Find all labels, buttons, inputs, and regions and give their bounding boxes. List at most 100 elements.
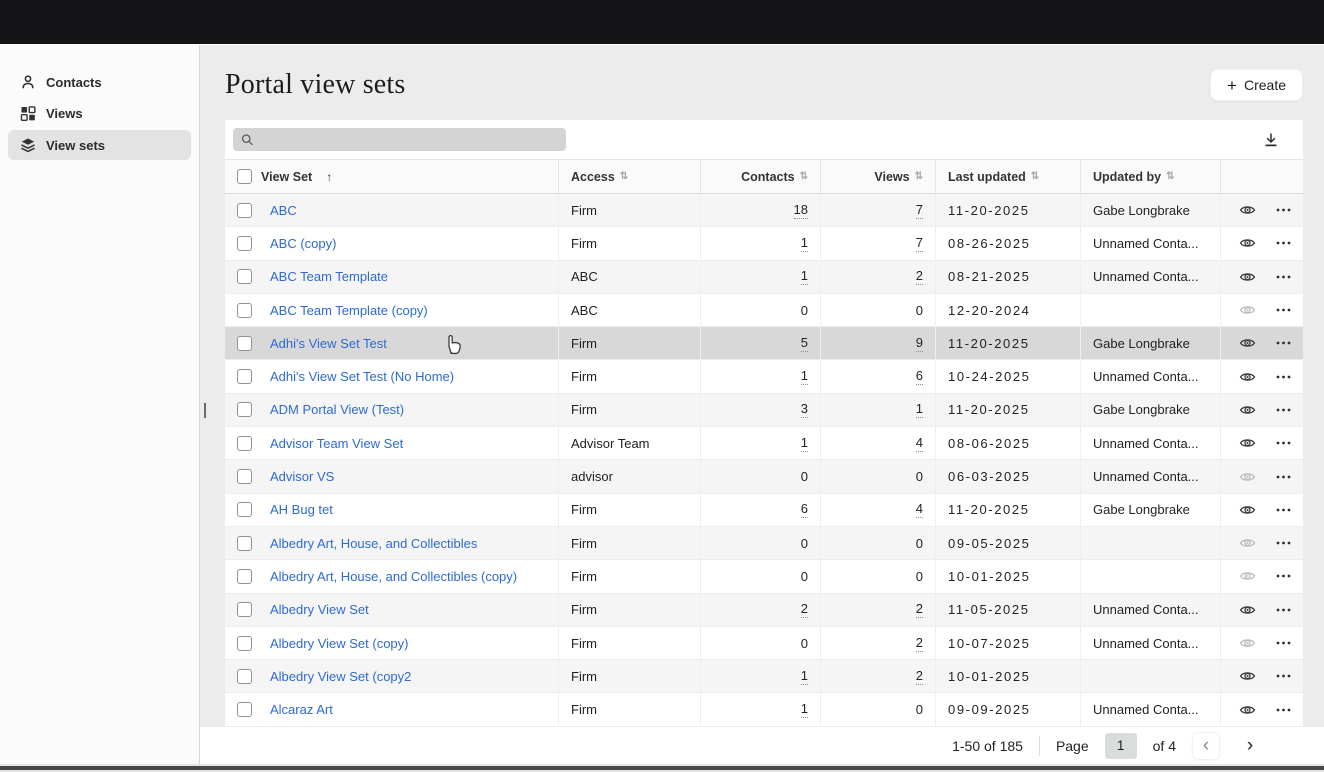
- contacts-count[interactable]: 1: [801, 435, 808, 452]
- table-row[interactable]: ABC (copy) Firm 1 7 08-26-2025 Unnamed C…: [225, 227, 1303, 260]
- row-checkbox[interactable]: [237, 303, 252, 318]
- view-set-name-link[interactable]: AH Bug tet: [270, 502, 333, 517]
- row-menu-icon[interactable]: [1276, 341, 1291, 345]
- sort-both-icon[interactable]: ⇅: [620, 171, 628, 182]
- contacts-count[interactable]: 6: [801, 501, 808, 518]
- table-row[interactable]: AH Bug tet Firm 6 4 11-20-2025 Gabe Long…: [225, 494, 1303, 527]
- views-count[interactable]: 0: [916, 569, 923, 584]
- contacts-count[interactable]: 0: [801, 303, 808, 318]
- sidebar-item-contacts[interactable]: Contacts: [8, 67, 191, 97]
- row-checkbox[interactable]: [237, 436, 252, 451]
- views-count[interactable]: 9: [916, 335, 923, 352]
- contacts-count[interactable]: 1: [801, 368, 808, 385]
- sort-both-icon[interactable]: ⇅: [1031, 171, 1039, 182]
- row-menu-icon[interactable]: [1276, 475, 1291, 479]
- contacts-count[interactable]: 2: [801, 601, 808, 618]
- view-set-name-link[interactable]: Albedry Art, House, and Collectibles (co…: [270, 569, 517, 584]
- column-header-updated-by[interactable]: Updated by ⇅: [1080, 160, 1220, 193]
- sidebar-item-view-sets[interactable]: View sets: [8, 130, 191, 160]
- eye-icon[interactable]: [1239, 271, 1256, 283]
- contacts-count[interactable]: 0: [801, 569, 808, 584]
- view-set-name-link[interactable]: ADM Portal View (Test): [270, 402, 404, 417]
- eye-icon[interactable]: [1239, 670, 1256, 682]
- contacts-count[interactable]: 1: [801, 701, 808, 718]
- select-all-checkbox[interactable]: [237, 169, 252, 184]
- view-set-name-link[interactable]: Albedry View Set (copy2: [270, 669, 411, 684]
- eye-icon[interactable]: [1239, 604, 1256, 616]
- contacts-count[interactable]: 0: [801, 536, 808, 551]
- views-count[interactable]: 7: [916, 235, 923, 252]
- table-row[interactable]: Albedry View Set (copy) Firm 0 2 10-07-2…: [225, 627, 1303, 660]
- views-count[interactable]: 0: [916, 469, 923, 484]
- contacts-count[interactable]: 0: [801, 469, 808, 484]
- views-count[interactable]: 2: [916, 601, 923, 618]
- row-checkbox[interactable]: [237, 469, 252, 484]
- row-menu-icon[interactable]: [1276, 708, 1291, 712]
- view-set-name-link[interactable]: Albedry View Set (copy): [270, 636, 409, 651]
- row-menu-icon[interactable]: [1276, 641, 1291, 645]
- table-row[interactable]: Advisor Team View Set Advisor Team 1 4 0…: [225, 427, 1303, 460]
- eye-icon[interactable]: [1239, 471, 1256, 483]
- eye-icon[interactable]: [1239, 337, 1256, 349]
- view-set-name-link[interactable]: Albedry Art, House, and Collectibles: [270, 536, 477, 551]
- table-row[interactable]: ADM Portal View (Test) Firm 3 1 11-20-20…: [225, 394, 1303, 427]
- view-set-name-link[interactable]: Alcaraz Art: [270, 702, 333, 717]
- table-row[interactable]: ABC Firm 18 7 11-20-2025 Gabe Longbrake: [225, 194, 1303, 227]
- view-set-name-link[interactable]: ABC Team Template (copy): [270, 303, 428, 318]
- next-page-button[interactable]: ›: [1236, 732, 1264, 760]
- views-count[interactable]: 1: [916, 401, 923, 418]
- previous-page-button[interactable]: ‹: [1192, 732, 1220, 760]
- contacts-count[interactable]: 5: [801, 335, 808, 352]
- column-header-last-updated[interactable]: Last updated ⇅: [935, 160, 1080, 193]
- row-menu-icon[interactable]: [1276, 608, 1291, 612]
- column-header-views[interactable]: Views ⇅: [820, 160, 935, 193]
- column-header-access[interactable]: Access ⇅: [558, 160, 700, 193]
- table-row[interactable]: Albedry Art, House, and Collectibles Fir…: [225, 527, 1303, 560]
- row-checkbox[interactable]: [237, 336, 252, 351]
- table-row[interactable]: Adhi's View Set Test Firm 5 9 11-20-2025…: [225, 327, 1303, 360]
- row-menu-icon[interactable]: [1276, 508, 1291, 512]
- row-checkbox[interactable]: [237, 402, 252, 417]
- view-set-name-link[interactable]: ABC (copy): [270, 236, 336, 251]
- views-count[interactable]: 0: [916, 536, 923, 551]
- views-count[interactable]: 6: [916, 368, 923, 385]
- row-checkbox[interactable]: [237, 236, 252, 251]
- views-count[interactable]: 2: [916, 635, 923, 652]
- views-count[interactable]: 0: [916, 303, 923, 318]
- eye-icon[interactable]: [1239, 637, 1256, 649]
- eye-icon[interactable]: [1239, 404, 1256, 416]
- row-menu-icon[interactable]: [1276, 541, 1291, 545]
- views-count[interactable]: 0: [916, 702, 923, 717]
- view-set-name-link[interactable]: Albedry View Set: [270, 602, 369, 617]
- search-box[interactable]: [233, 128, 566, 151]
- table-row[interactable]: Adhi's View Set Test (No Home) Firm 1 6 …: [225, 360, 1303, 393]
- view-set-name-link[interactable]: ABC Team Template: [270, 269, 388, 284]
- row-checkbox[interactable]: [237, 569, 252, 584]
- table-row[interactable]: Alcaraz Art Firm 1 0 09-09-2025 Unnamed …: [225, 693, 1303, 726]
- view-set-name-link[interactable]: Adhi's View Set Test: [270, 336, 387, 351]
- views-count[interactable]: 7: [916, 202, 923, 219]
- view-set-name-link[interactable]: Advisor Team View Set: [270, 436, 403, 451]
- sidebar-resize-handle[interactable]: [204, 403, 206, 418]
- search-input[interactable]: [259, 133, 558, 147]
- sort-both-icon[interactable]: ⇅: [800, 171, 808, 182]
- column-header-contacts[interactable]: Contacts ⇅: [700, 160, 820, 193]
- views-count[interactable]: 2: [916, 668, 923, 685]
- contacts-count[interactable]: 3: [801, 401, 808, 418]
- row-menu-icon[interactable]: [1276, 574, 1291, 578]
- contacts-count[interactable]: 1: [801, 268, 808, 285]
- eye-icon[interactable]: [1239, 504, 1256, 516]
- table-row[interactable]: Albedry View Set (copy2 Firm 1 2 10-01-2…: [225, 660, 1303, 693]
- row-checkbox[interactable]: [237, 602, 252, 617]
- sort-both-icon[interactable]: ⇅: [915, 171, 923, 182]
- row-menu-icon[interactable]: [1276, 441, 1291, 445]
- row-menu-icon[interactable]: [1276, 408, 1291, 412]
- view-set-name-link[interactable]: ABC: [270, 203, 297, 218]
- table-row[interactable]: ABC Team Template ABC 1 2 08-21-2025 Unn…: [225, 261, 1303, 294]
- views-count[interactable]: 2: [916, 268, 923, 285]
- create-button[interactable]: + Create: [1210, 69, 1303, 101]
- eye-icon[interactable]: [1239, 537, 1256, 549]
- sort-asc-icon[interactable]: ↑: [326, 170, 332, 184]
- page-number-input[interactable]: 1: [1105, 733, 1137, 759]
- row-checkbox[interactable]: [237, 669, 252, 684]
